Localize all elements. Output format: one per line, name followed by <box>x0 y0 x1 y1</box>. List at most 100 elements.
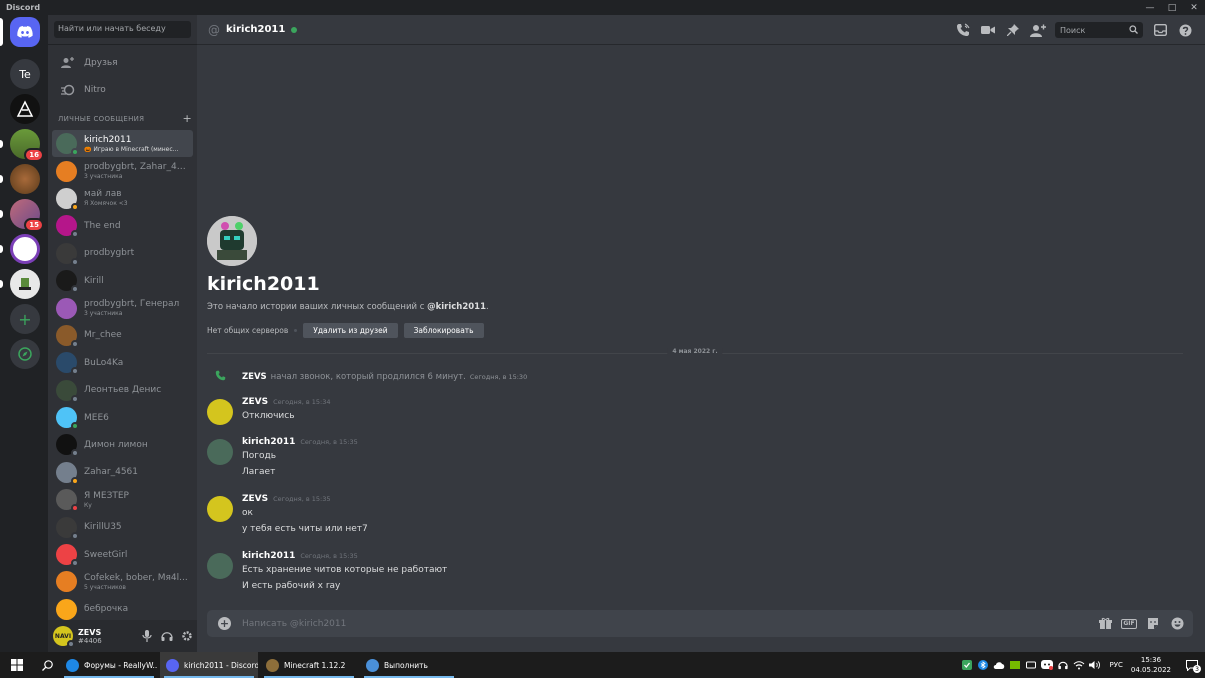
dm-item[interactable]: BuLo4Ka <box>52 349 193 376</box>
unread-indicator <box>0 280 3 288</box>
server-icon-2[interactable] <box>10 94 40 124</box>
find-conversation-input[interactable]: Найти или начать беседу <box>54 21 191 38</box>
dm-item[interactable]: май лав Я Хомячок <3 <box>52 185 193 212</box>
upload-plus-icon[interactable]: + <box>218 617 231 630</box>
server-icon-6[interactable] <box>0 234 40 264</box>
minimize-button[interactable]: — <box>1139 0 1161 15</box>
message-avatar[interactable] <box>207 553 233 579</box>
dm-item[interactable]: The end <box>52 212 193 239</box>
add-friends-to-dm-icon[interactable] <box>1030 22 1046 38</box>
notification-count: 3 <box>1193 665 1201 673</box>
dm-avatar <box>56 270 79 294</box>
nav-nitro[interactable]: Nitro <box>54 78 191 102</box>
user-names[interactable]: ZEVS #4406 <box>78 628 137 645</box>
dm-item[interactable]: KirillU35 <box>52 513 193 540</box>
input-language[interactable]: РУС <box>1110 661 1123 669</box>
message-header: ZEVS Сегодня, в 15:34 <box>242 397 1167 407</box>
home-button[interactable] <box>0 17 40 47</box>
dm-item[interactable]: SweetGirl <box>52 541 193 568</box>
chat-title[interactable]: kirich2011 <box>226 24 285 35</box>
gift-icon[interactable] <box>1097 616 1113 632</box>
help-icon[interactable] <box>1177 22 1193 38</box>
gif-icon[interactable]: GIF <box>1121 616 1137 632</box>
headphones-icon[interactable] <box>157 626 177 646</box>
server-icon-5[interactable]: 15 <box>0 199 44 232</box>
block-button[interactable]: Заблокировать <box>403 323 484 338</box>
dm-header-label: ЛИЧНЫЕ СООБЩЕНИЯ <box>58 115 145 123</box>
message-input[interactable]: Написать @kirich2011 <box>242 619 1097 629</box>
dm-item[interactable]: prodbygbrt, Генерал 3 участника <box>52 294 193 321</box>
create-dm-button[interactable]: + <box>182 113 192 124</box>
user-panel: NAVI ZEVS #4406 <box>48 620 197 652</box>
voice-call-icon[interactable] <box>955 22 971 38</box>
sticker-icon[interactable] <box>1145 616 1161 632</box>
server-icon-4[interactable] <box>0 164 40 194</box>
date-divider-label: 4 мая 2022 г. <box>667 348 723 355</box>
status-dot <box>71 230 79 239</box>
settings-gear-icon[interactable] <box>177 626 197 646</box>
clock[interactable]: 15:36 04.05.2022 <box>1131 655 1171 675</box>
cloud-icon[interactable] <box>992 658 1006 672</box>
dm-item[interactable]: Леонтьев Денис <box>52 377 193 404</box>
dm-item[interactable]: Kirill <box>52 267 193 294</box>
discord-tray-icon[interactable] <box>1040 658 1054 672</box>
dm-item[interactable]: Димон лимон <box>52 431 193 458</box>
dm-item[interactable]: Zahar_4561 <box>52 459 193 486</box>
dm-text: Леонтьев Денис <box>84 385 188 395</box>
start-button[interactable] <box>0 652 34 678</box>
notifications-icon[interactable]: 3 <box>1179 652 1205 678</box>
message-author[interactable]: ZEVS <box>242 494 268 504</box>
dm-name: Mr_chee <box>84 330 122 341</box>
dm-item[interactable]: prodbygbrt, Zahar_4561 3 участника <box>52 157 193 184</box>
message-author[interactable]: ZEVS <box>242 397 268 407</box>
emoji-icon[interactable] <box>1169 616 1185 632</box>
volume-icon[interactable] <box>1088 658 1102 672</box>
inbox-icon[interactable] <box>1152 22 1168 38</box>
dm-avatar <box>56 434 79 458</box>
dm-item[interactable]: беброчка <box>52 596 193 623</box>
server-icon-3[interactable]: 16 <box>0 129 44 162</box>
bluetooth-icon[interactable] <box>976 658 990 672</box>
message-avatar[interactable] <box>207 439 233 465</box>
online-status-dot <box>291 26 298 33</box>
close-window-button[interactable]: ✕ <box>1183 0 1205 15</box>
taskbar-app[interactable]: kirich2011 - Discord <box>160 652 258 678</box>
dm-avatar <box>56 215 79 239</box>
dm-section-header: ЛИЧНЫЕ СООБЩЕНИЯ + <box>58 113 192 124</box>
message-avatar[interactable] <box>207 496 233 522</box>
user-avatar[interactable]: NAVI <box>53 626 75 648</box>
pinned-messages-icon[interactable] <box>1005 22 1021 38</box>
message-author[interactable]: kirich2011 <box>242 437 295 447</box>
status-dot <box>71 202 79 211</box>
taskbar-app[interactable]: Выполнить <box>360 652 458 678</box>
add-server-button[interactable]: + <box>10 304 40 334</box>
shield-check-icon[interactable] <box>960 658 974 672</box>
dm-item[interactable]: kirich2011 🎃 Играю в Minecraft (минес... <box>52 130 193 158</box>
video-call-icon[interactable] <box>980 22 996 38</box>
nav-friends[interactable]: Друзья <box>54 51 191 75</box>
maximize-button[interactable]: □ <box>1161 0 1183 15</box>
microphone-icon[interactable] <box>137 626 157 646</box>
server-te[interactable]: Te <box>10 59 40 89</box>
dm-item[interactable]: Я МЕЗТЕР Ку <box>52 486 193 513</box>
dm-item[interactable]: prodbygbrt <box>52 240 193 267</box>
explore-servers-button[interactable] <box>10 339 40 369</box>
server-icon-7[interactable] <box>0 269 40 299</box>
message-author[interactable]: kirich2011 <box>242 551 295 561</box>
wifi-icon[interactable] <box>1072 658 1086 672</box>
taskbar-app[interactable]: Minecraft 1.12.2 <box>260 652 358 678</box>
taskbar-search-icon[interactable] <box>34 652 60 678</box>
taskbar-app[interactable]: Форумы - ReallyW... <box>60 652 158 678</box>
headset-icon[interactable] <box>1056 658 1070 672</box>
message-avatar[interactable] <box>207 399 233 425</box>
call-initiator[interactable]: ZEVS <box>242 372 267 382</box>
dm-item[interactable]: Cofekek, bober, Мя4l... 5 участников <box>52 568 193 595</box>
dm-item[interactable]: Mr_chee <box>52 322 193 349</box>
tray-app-icon[interactable] <box>1024 658 1038 672</box>
dm-item[interactable]: MEE6 <box>52 404 193 431</box>
nvidia-icon[interactable] <box>1008 658 1022 672</box>
chat-search-input[interactable]: Поиск <box>1055 22 1143 38</box>
message-group: kirich2011 Сегодня, в 15:35 Есть хранение … <box>207 551 1167 593</box>
remove-friend-button[interactable]: Удалить из друзей <box>303 323 398 338</box>
dm-name: prodbygbrt, Генерал <box>84 299 180 310</box>
